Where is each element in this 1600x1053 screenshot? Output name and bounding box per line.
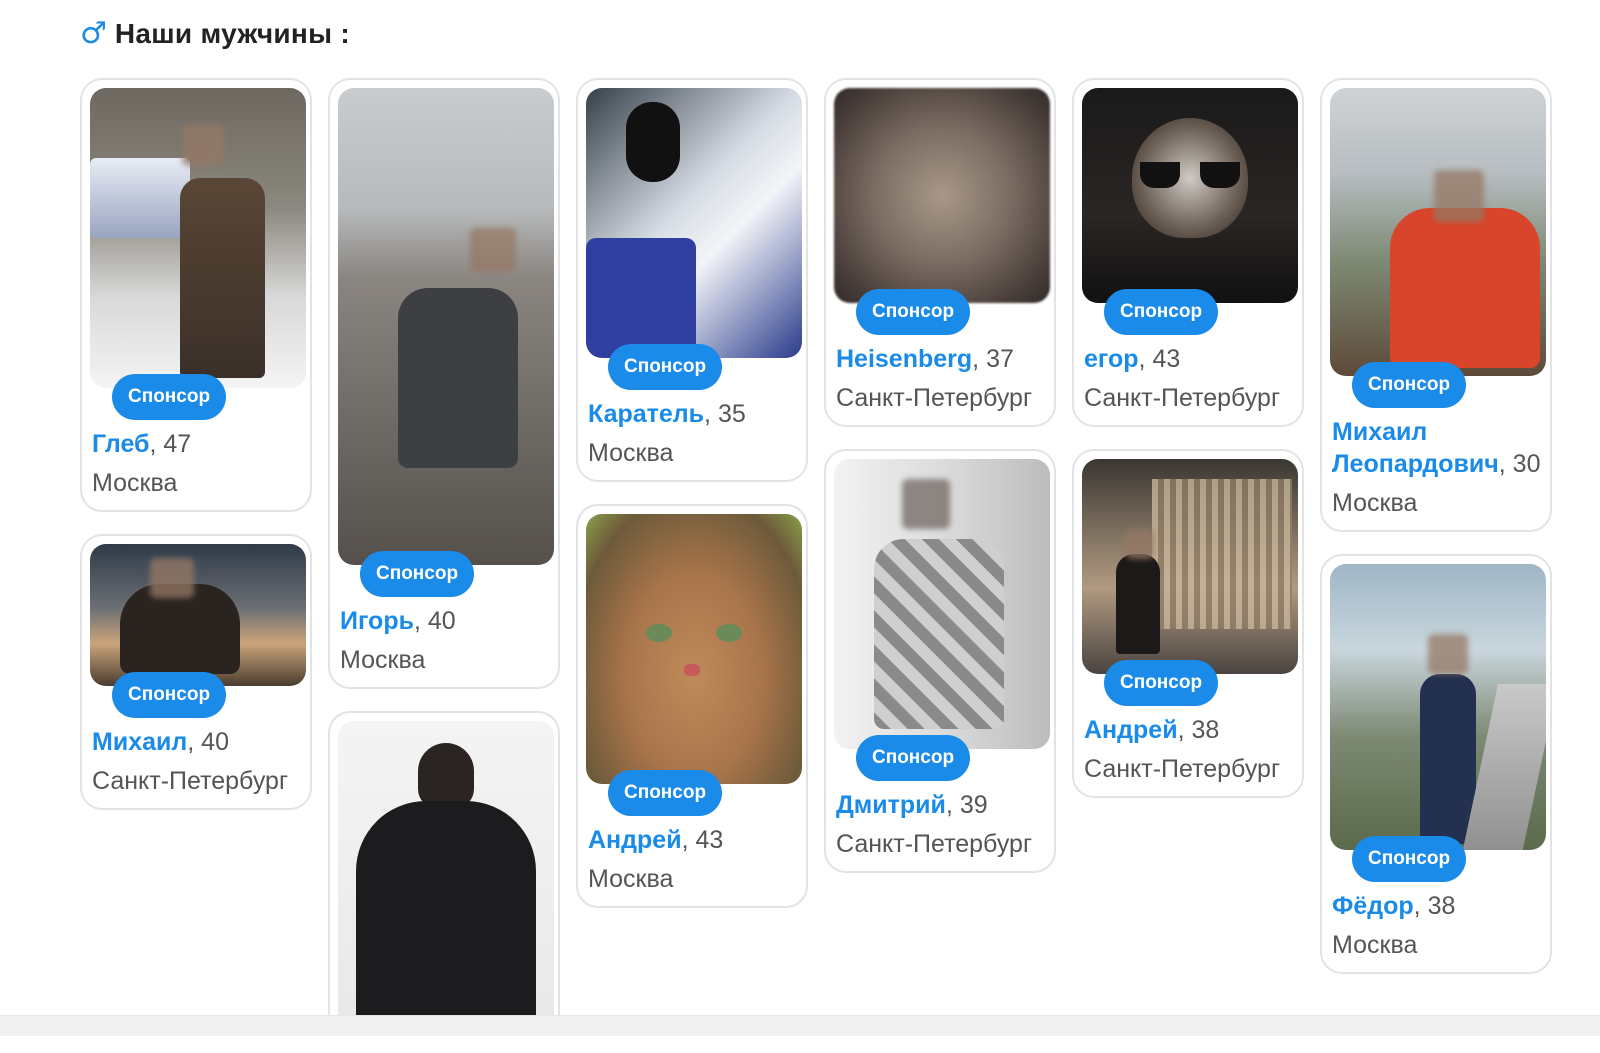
sponsor-badge[interactable]: Спонсор	[608, 344, 723, 390]
profile-age: 43	[695, 826, 724, 854]
profile-card-fedor[interactable]: Спонсор Фёдор, 38 Москва	[1320, 554, 1552, 974]
profile-age: 35	[717, 400, 746, 428]
profiles-column-2: Спонсор Игорь, 40 Москва	[328, 78, 560, 1053]
profile-name[interactable]: Heisenberg	[836, 345, 972, 373]
profiles-column-1: Спонсор Глеб, 47 Москва Спонсор Михаил, …	[80, 78, 312, 832]
profiles-column-3: Спонсор Каратель, 35 Москва Спонсор Андр…	[576, 78, 808, 930]
sponsor-badge[interactable]: Спонсор	[856, 289, 971, 335]
sponsor-badge[interactable]: Спонсор	[1104, 289, 1219, 335]
profile-city: Москва	[1332, 489, 1418, 517]
profile-photo[interactable]: Спонсор	[1082, 459, 1298, 706]
profile-age: 43	[1152, 345, 1181, 373]
profile-name[interactable]: Дмитрий	[836, 791, 946, 819]
profile-card-igor[interactable]: Спонсор Игорь, 40 Москва	[328, 78, 560, 689]
profile-name[interactable]: Игорь	[340, 607, 414, 635]
profile-city: Санкт-Петербург	[1084, 384, 1281, 412]
profile-age: 40	[427, 607, 456, 635]
profile-name[interactable]: Глеб	[92, 430, 150, 458]
profile-age: 30	[1512, 450, 1541, 478]
profile-photo[interactable]: Спонсор	[1082, 88, 1298, 335]
profile-card-egor[interactable]: Спонсор егор, 43 Санкт-Петербург	[1072, 78, 1304, 427]
sponsor-badge[interactable]: Спонсор	[112, 374, 227, 420]
profile-card-heisenberg[interactable]: Спонсор Heisenberg, 37 Санкт-Петербург	[824, 78, 1056, 427]
profile-photo[interactable]: Спонсор	[834, 88, 1050, 335]
profile-city: Москва	[340, 646, 426, 674]
profiles-column-4: Спонсор Heisenberg, 37 Санкт-Петербург С…	[824, 78, 1056, 895]
profile-photo[interactable]: Спонсор	[834, 459, 1050, 781]
profile-card-dmitry[interactable]: Спонсор Дмитрий, 39 Санкт-Петербург	[824, 449, 1056, 873]
profile-name[interactable]: Андрей	[1084, 716, 1178, 744]
profile-city: Санкт-Петербург	[1084, 755, 1281, 783]
profile-city: Санкт-Петербург	[836, 384, 1033, 412]
profile-card-gleb[interactable]: Спонсор Глеб, 47 Москва	[80, 78, 312, 512]
profiles-column-6: Спонсор Михаил Леопардович, 30 Москва Сп…	[1320, 78, 1552, 996]
profile-photo[interactable]: Спонсор	[338, 88, 554, 597]
profile-photo[interactable]: Спонсор	[1330, 564, 1546, 882]
profile-city: Москва	[1332, 931, 1418, 959]
profile-age: 38	[1427, 892, 1456, 920]
profile-city: Санкт-Петербург	[92, 767, 289, 795]
profile-photo[interactable]: Спонсор	[90, 544, 306, 718]
profile-card-mikhail-leopardovich[interactable]: Спонсор Михаил Леопардович, 30 Москва	[1320, 78, 1552, 532]
profile-photo[interactable]: Спонсор	[586, 88, 802, 390]
section-heading: ♂ Наши мужчины :	[80, 14, 350, 54]
profile-city: Москва	[588, 865, 674, 893]
profile-card-mikhail[interactable]: Спонсор Михаил, 40 Санкт-Петербург	[80, 534, 312, 810]
profile-city: Москва	[92, 469, 178, 497]
profile-photo[interactable]	[338, 721, 554, 1031]
profiles-column-5: Спонсор егор, 43 Санкт-Петербург Спонсор…	[1072, 78, 1304, 820]
profile-name[interactable]: егор	[1084, 345, 1139, 373]
profile-name[interactable]: Каратель	[588, 400, 704, 428]
sponsor-badge[interactable]: Спонсор	[360, 551, 475, 597]
profile-age: 47	[163, 430, 192, 458]
profile-city: Москва	[588, 439, 674, 467]
sponsor-badge[interactable]: Спонсор	[112, 672, 227, 718]
sponsor-badge[interactable]: Спонсор	[1352, 836, 1467, 882]
profile-name[interactable]: Андрей	[588, 826, 682, 854]
profile-name[interactable]: Михаил Леопардович	[1332, 418, 1499, 478]
profile-card-karatel[interactable]: Спонсор Каратель, 35 Москва	[576, 78, 808, 482]
profile-name[interactable]: Михаил	[92, 728, 187, 756]
section-title: Наши мужчины :	[114, 18, 351, 49]
sponsor-badge[interactable]: Спонсор	[1352, 362, 1467, 408]
profile-card-suit[interactable]	[328, 711, 560, 1031]
sponsor-badge[interactable]: Спонсор	[856, 735, 971, 781]
sponsor-badge[interactable]: Спонсор	[608, 770, 723, 816]
profile-photo[interactable]: Спонсор	[90, 88, 306, 420]
profile-age: 39	[959, 791, 988, 819]
profile-card-andrey-38[interactable]: Спонсор Андрей, 38 Санкт-Петербург	[1072, 449, 1304, 798]
profile-age: 40	[201, 728, 229, 756]
profile-name[interactable]: Фёдор	[1332, 892, 1414, 920]
profile-age: 38	[1191, 716, 1220, 744]
profile-photo[interactable]: Спонсор	[586, 514, 802, 816]
profile-city: Санкт-Петербург	[836, 830, 1033, 858]
sponsor-badge[interactable]: Спонсор	[1104, 660, 1219, 706]
profile-card-andrey-43[interactable]: Спонсор Андрей, 43 Москва	[576, 504, 808, 908]
profile-photo[interactable]: Спонсор	[1330, 88, 1546, 408]
horizontal-scrollbar[interactable]	[0, 1015, 1600, 1036]
male-symbol-icon: ♂	[80, 16, 107, 51]
profile-age: 37	[986, 345, 1014, 373]
